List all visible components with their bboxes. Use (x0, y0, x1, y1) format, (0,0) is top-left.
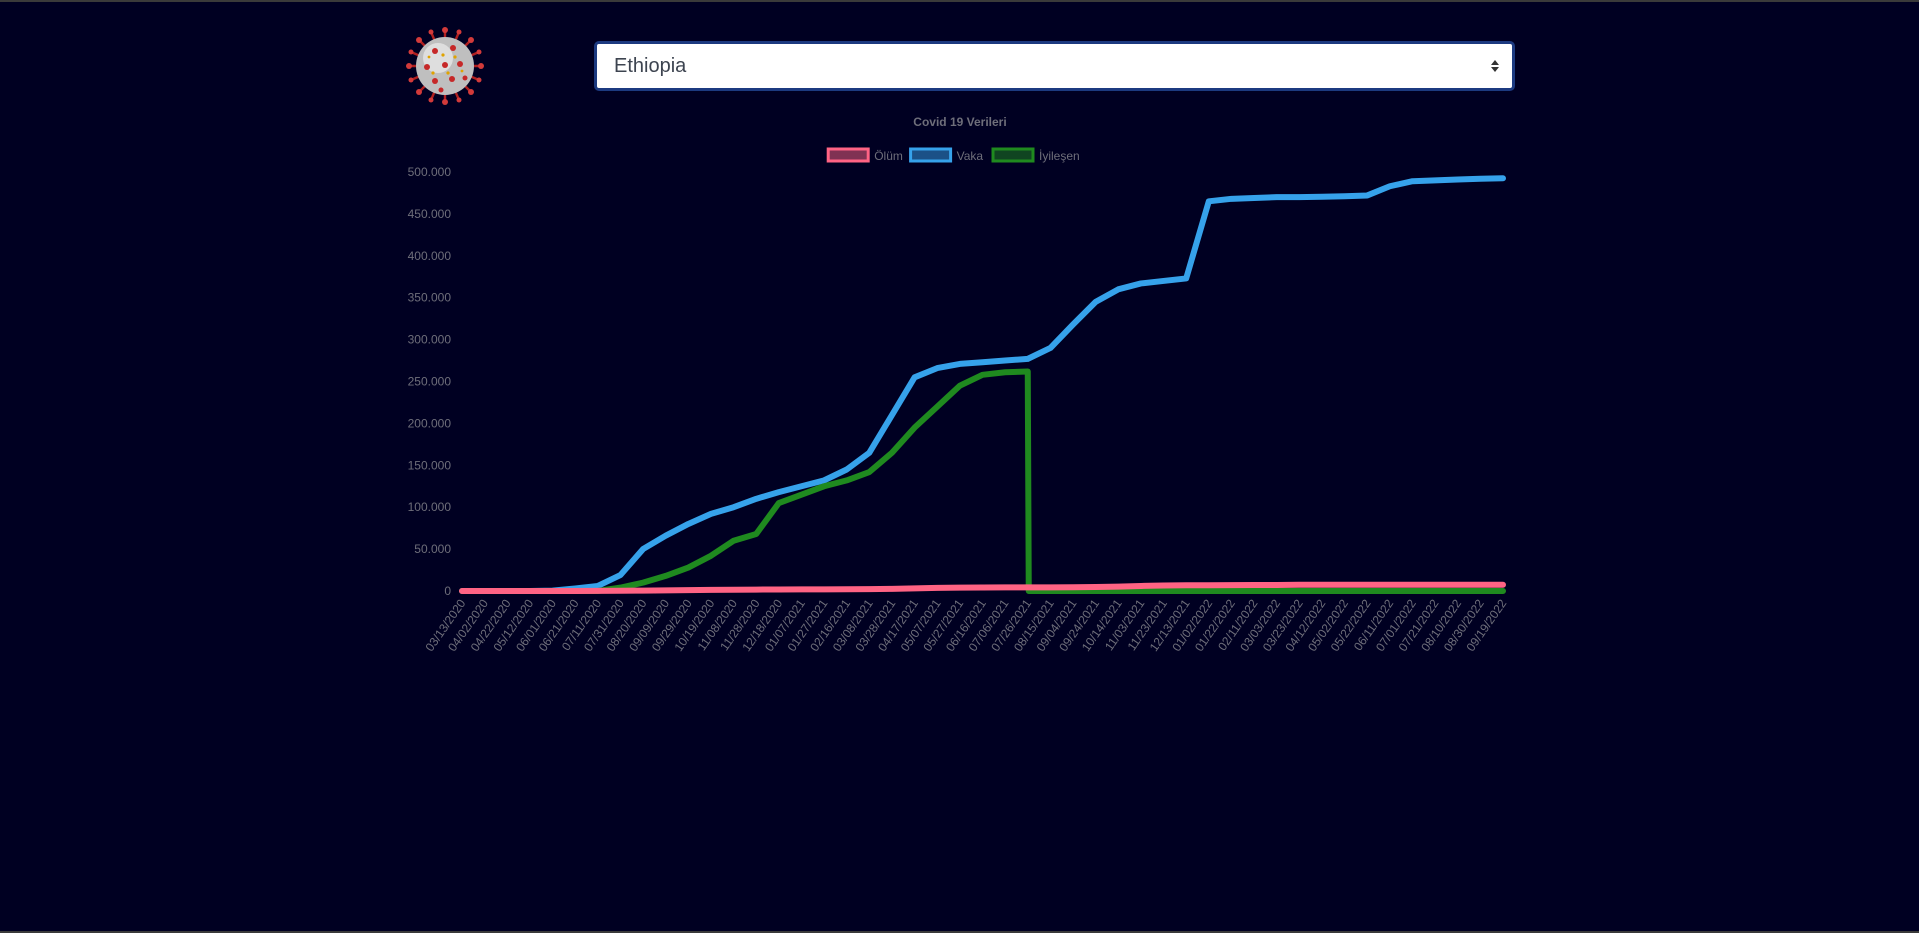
legend-swatch (826, 147, 870, 163)
y-tick-label: 250.000 (408, 375, 452, 389)
y-tick-label: 0 (444, 584, 451, 598)
x-axis: 03/13/202004/02/202004/22/202005/12/2020… (423, 596, 1510, 653)
covid-line-chart: Covid 19 Verileri Ölüm Vaka İyileşen 0 50.0… (408, 115, 1510, 654)
y-axis: 0 50.000 100.000 150.000 200.000 250.000 300.0… (408, 165, 452, 598)
legend-label: İyileşen (1039, 149, 1080, 163)
y-tick-label: 100.000 (408, 500, 452, 514)
legend-label: Vaka (957, 149, 984, 163)
y-tick-label: 450.000 (408, 207, 452, 221)
y-tick-label: 400.000 (408, 249, 452, 263)
y-tick-label: 500.000 (408, 165, 452, 179)
series-line (459, 175, 1506, 594)
legend-swatch (909, 147, 953, 163)
legend-label: Ölüm (874, 149, 903, 163)
series-line (459, 368, 1506, 594)
y-tick-label: 200.000 (408, 416, 452, 430)
y-tick-label: 150.000 (408, 458, 452, 472)
chart-series (459, 175, 1506, 594)
y-tick-label: 50.000 (414, 542, 451, 556)
y-tick-label: 300.000 (408, 333, 452, 347)
chart-title: Covid 19 Verileri (913, 115, 1006, 129)
chart-legend: Ölüm Vaka İyileşen (826, 147, 1080, 163)
legend-swatch (991, 147, 1035, 163)
y-tick-label: 350.000 (408, 291, 452, 305)
